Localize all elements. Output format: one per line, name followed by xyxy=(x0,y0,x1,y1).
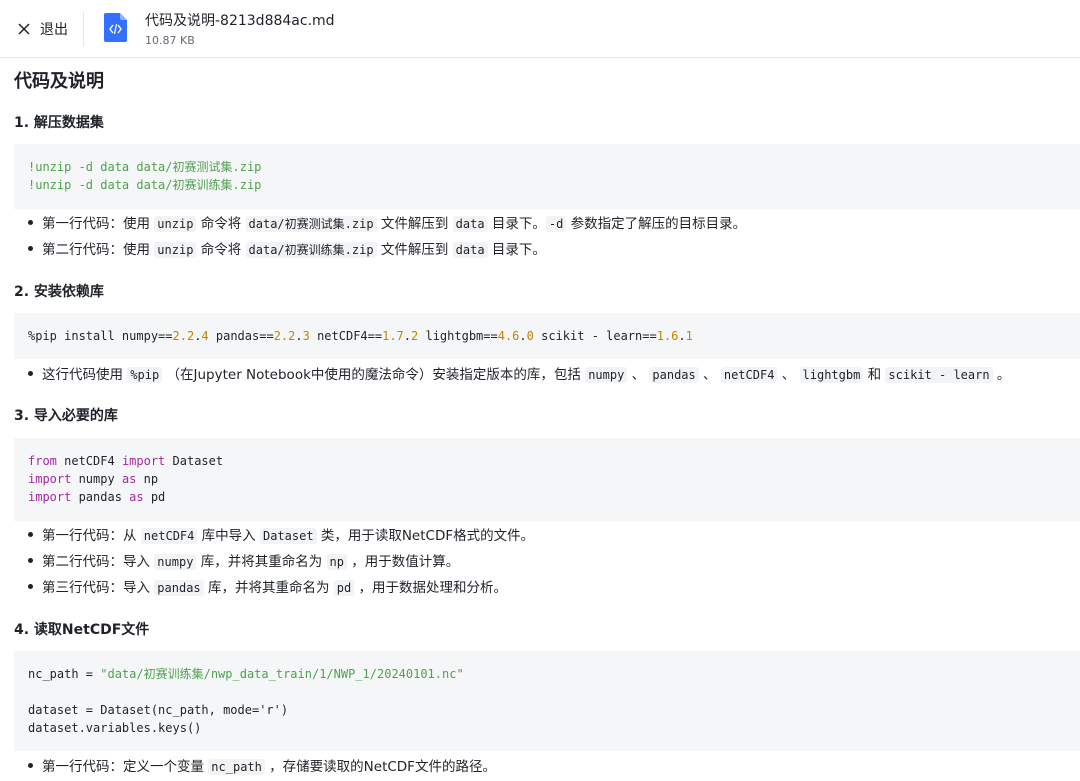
exit-button[interactable]: 退出 xyxy=(16,19,68,39)
section-heading: 1. 解压数据集 xyxy=(14,115,104,131)
list-item: 第三行代码：导入 pandas 库，并将其重命名为 pd ，用于数据处理和分析。 xyxy=(28,576,507,596)
page-title: 代码及说明 xyxy=(14,71,104,92)
list-item: 第二行代码：使用 unzip 命令将 data/初赛训练集.zip 文件解压到 … xyxy=(28,238,546,258)
code-line: %pip install numpy==2.2.4 pandas==2.2.3 … xyxy=(28,329,693,343)
divider xyxy=(83,12,84,46)
code-line: !unzip -d data data/初赛训练集.zip xyxy=(28,178,262,192)
section-heading: 2. 安装依赖库 xyxy=(14,284,104,300)
list-item: 第一行代码：定义一个变量 nc_path ，存储要读取的NetCDF文件的路径。 xyxy=(28,755,496,775)
code-line: dataset.variables.keys() xyxy=(28,721,202,735)
section-heading: 4. 读取NetCDF文件 xyxy=(14,622,150,638)
code-block: from netCDF4 import Dataset import numpy… xyxy=(14,438,1080,521)
code-line: !unzip -d data data/初赛测试集.zip xyxy=(28,160,262,174)
code-line: import pandas as pd xyxy=(28,490,166,504)
code-block: %pip install numpy==2.2.4 pandas==2.2.3 … xyxy=(14,313,1080,359)
code-file-icon xyxy=(104,13,127,42)
close-icon xyxy=(18,23,30,35)
section-heading: 3. 导入必要的库 xyxy=(14,408,118,424)
code-block: nc_path = "data/初赛训练集/nwp_data_train/1/N… xyxy=(14,651,1080,751)
code-line: from netCDF4 import Dataset xyxy=(28,454,224,468)
code-line: dataset = Dataset(nc_path, mode='r') xyxy=(28,703,289,717)
list-item: 第一行代码：使用 unzip 命令将 data/初赛测试集.zip 文件解压到 … xyxy=(28,212,746,232)
list-item: 这行代码使用 %pip （在Jupyter Notebook中使用的魔法命令）安… xyxy=(28,363,1010,383)
list-item: 第一行代码：从 netCDF4 库中导入 Dataset 类，用于读取NetCD… xyxy=(28,524,534,544)
file-name: 代码及说明-8213d884ac.md xyxy=(145,13,335,29)
code-line: import numpy as np xyxy=(28,472,159,486)
code-line: nc_path = "data/初赛训练集/nwp_data_train/1/N… xyxy=(28,667,464,681)
code-block: !unzip -d data data/初赛测试集.zip !unzip -d … xyxy=(14,144,1080,209)
file-size: 10.87 KB xyxy=(145,34,195,47)
exit-label: 退出 xyxy=(40,22,68,38)
list-item: 第二行代码：导入 numpy 库，并将其重命名为 np ，用于数值计算。 xyxy=(28,550,459,570)
top-bar: 退出 代码及说明-8213d884ac.md 10.87 KB xyxy=(0,0,1080,58)
